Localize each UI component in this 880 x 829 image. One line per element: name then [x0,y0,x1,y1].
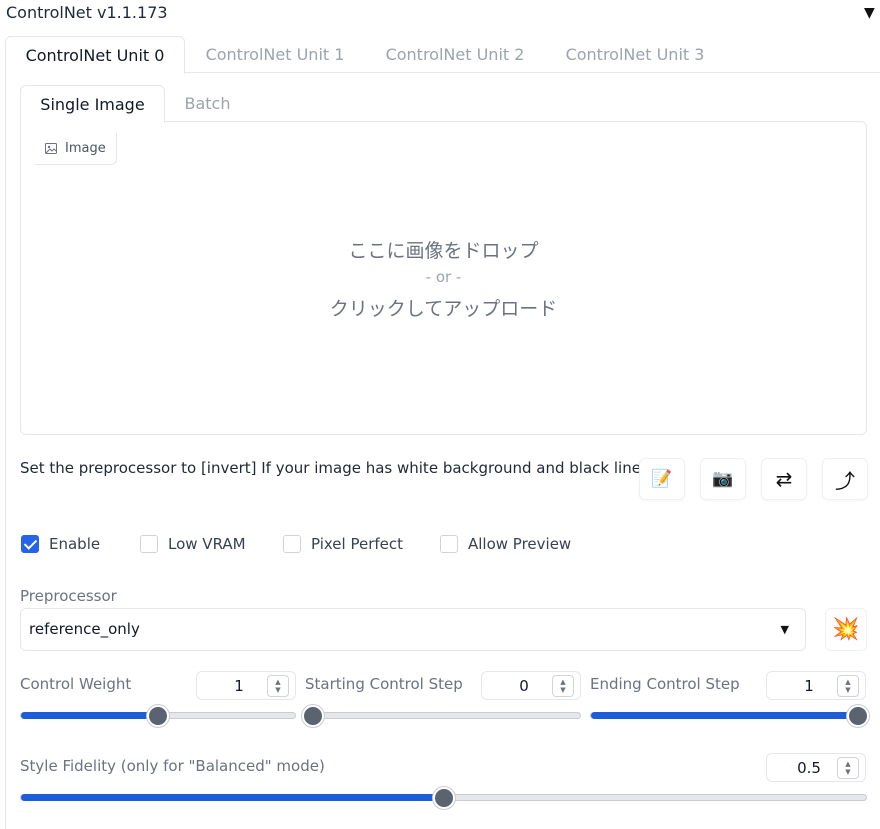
spinner-icon[interactable]: ▲ ▼ [552,674,574,697]
tab-batch[interactable]: Batch [165,85,250,122]
tab-unit-0[interactable]: ControlNet Unit 0 [5,36,185,74]
accordion-title[interactable]: ControlNet v1.1.173 [6,3,168,22]
send-button[interactable]: ⤴ [822,458,868,500]
drop-text: ここに画像をドロップ [348,240,539,262]
tab-unit-1[interactable]: ControlNet Unit 1 [185,36,365,73]
control-weight-label: Control Weight [20,675,132,693]
ending-step-label: Ending Control Step [590,675,740,693]
preprocessor-label: Preprocessor [20,587,117,605]
swap-button[interactable]: ⇄ [761,458,807,500]
camera-icon: 📷 [712,469,734,489]
tab-unit-2[interactable]: ControlNet Unit 2 [365,36,545,73]
allow-preview-checkbox[interactable] [440,535,458,553]
click-upload-text[interactable]: クリックしてアップロード [20,294,867,321]
collapse-caret-icon[interactable]: ▼ [864,5,875,21]
spinner-icon[interactable]: ▲ ▼ [267,674,289,697]
chevron-down-icon: ▼ [780,623,789,636]
starting-step-input[interactable]: 0 ▲ ▼ [481,671,581,700]
control-weight-input[interactable]: 1 ▲ ▼ [196,671,296,700]
starting-step-slider[interactable] [302,705,581,727]
preprocessor-hint: Set the preprocessor to [invert] If your… [20,459,654,477]
edit-button[interactable]: 📝 [639,458,685,500]
allow-preview-label[interactable]: Allow Preview [468,535,571,553]
control-weight-value: 1 [234,676,244,695]
slider-fill [591,712,865,719]
slider-thumb[interactable] [847,705,869,727]
enable-checkbox[interactable] [21,535,39,553]
or-text: - or - [425,268,462,286]
style-fidelity-slider[interactable] [20,787,867,809]
image-label: Image [35,133,117,165]
slider-thumb[interactable] [432,787,455,809]
starting-step-value: 0 [519,676,529,695]
slider-fill [21,712,158,719]
tab-single-image[interactable]: Single Image [20,85,165,123]
ending-step-slider[interactable] [590,705,869,727]
low-vram-label[interactable]: Low VRAM [168,535,246,553]
slider-fill [21,794,444,801]
pixel-perfect-label[interactable]: Pixel Perfect [311,535,403,553]
control-weight-slider[interactable] [20,705,296,727]
preprocessor-dropdown[interactable]: reference_only ▼ [20,608,806,651]
spinner-icon[interactable]: ▲ ▼ [837,674,859,697]
image-label-text: Image [65,140,106,156]
explosion-icon: 💥 [832,617,860,642]
pixel-perfect-checkbox[interactable] [283,535,301,553]
image-icon [45,143,57,154]
preprocessor-value: reference_only [29,620,140,638]
slider-thumb[interactable] [302,705,324,727]
camera-button[interactable]: 📷 [700,458,746,500]
ending-step-input[interactable]: 1 ▲ ▼ [766,671,866,700]
spinner-icon[interactable]: ▲ ▼ [837,756,859,779]
ending-step-value: 1 [804,676,814,695]
swap-icon: ⇄ [775,467,793,491]
edit-icon: 📝 [651,469,673,489]
tab-unit-3[interactable]: ControlNet Unit 3 [545,36,725,73]
starting-step-label: Starting Control Step [305,675,463,693]
style-fidelity-input[interactable]: 0.5 ▲ ▼ [766,753,866,782]
style-fidelity-label: Style Fidelity (only for "Balanced" mode… [20,757,325,775]
low-vram-checkbox[interactable] [140,535,158,553]
slider-thumb[interactable] [147,705,169,727]
run-preprocessor-button[interactable]: 💥 [825,608,867,651]
style-fidelity-value: 0.5 [797,758,821,777]
enable-label[interactable]: Enable [49,535,100,553]
send-icon: ⤴ [835,468,855,493]
